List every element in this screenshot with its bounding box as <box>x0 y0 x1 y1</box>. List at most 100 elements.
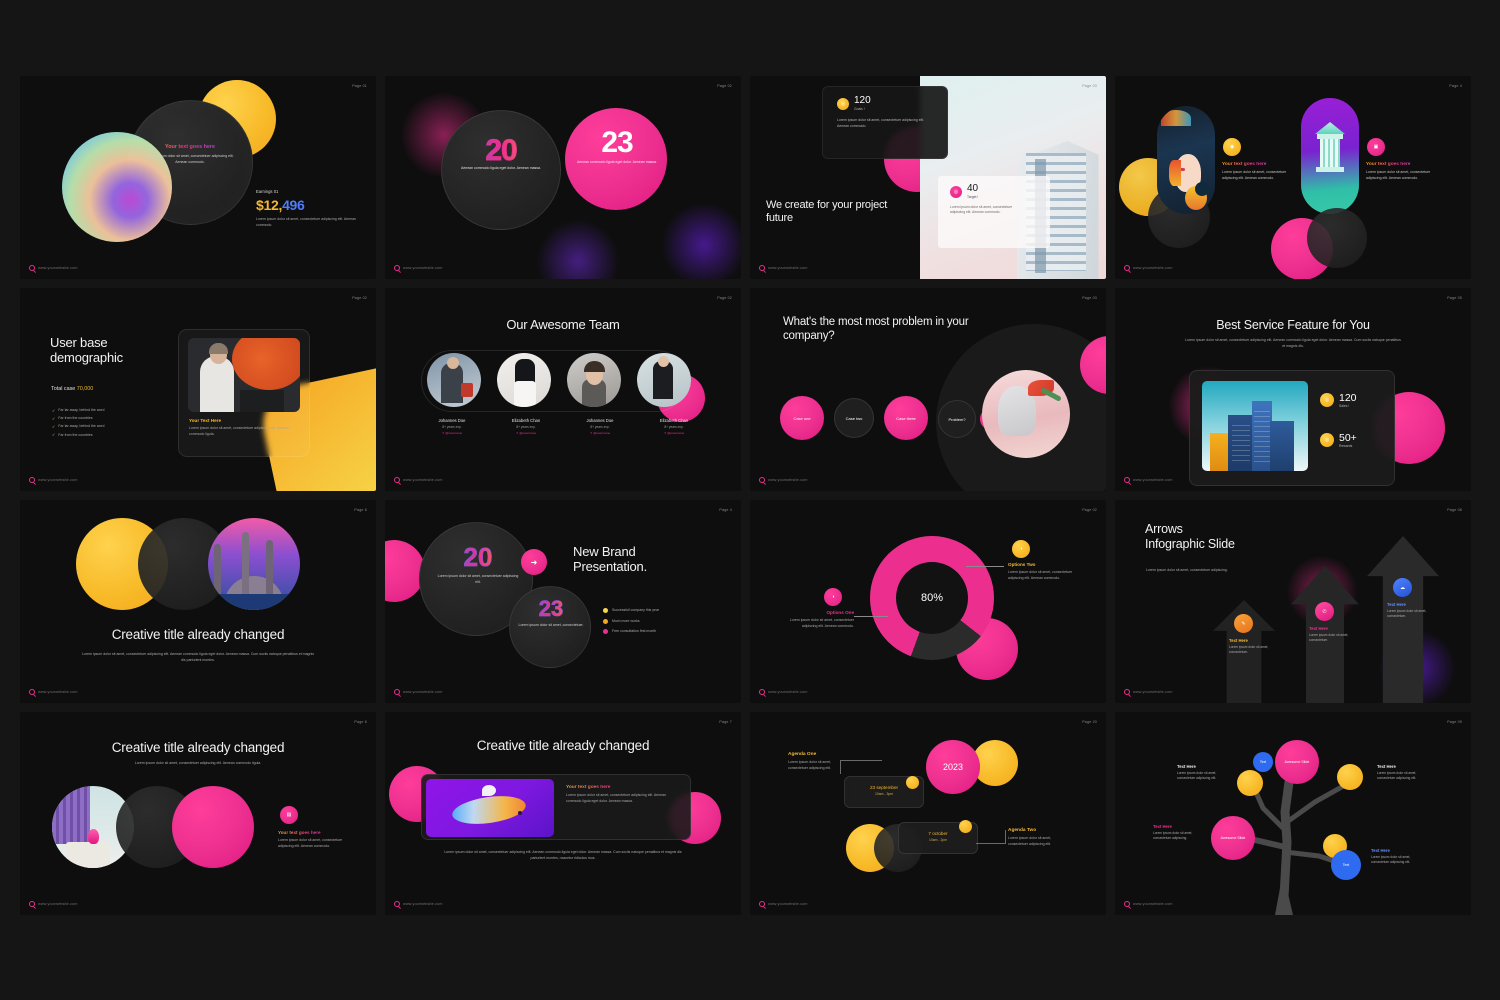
member-role: 8+ years exp. <box>442 424 462 429</box>
member-handle-row: ✦ @username <box>489 431 563 435</box>
slide3-stat2-value: 40 <box>967 183 979 194</box>
slide-thumbnail[interactable]: Our Awesome Team Johannes Doe 8+ years e… <box>385 288 741 491</box>
slide3-stat1-body: Lorem ipsum dolor sit amet, consectetuer… <box>837 118 925 128</box>
slide2-number-right: 23 <box>601 126 633 159</box>
tree-node-dot <box>1237 770 1263 796</box>
avatar <box>567 353 621 407</box>
decor-dark-circle-2 <box>1307 208 1367 268</box>
slide-thumbnail[interactable]: ◉ Your text goes here Lorem ipsum dolor … <box>1115 76 1471 279</box>
page-number: Page 03 <box>1082 84 1097 88</box>
slide-thumbnail[interactable]: 2023 23 september 10am - 3pm Agenda One … <box>750 712 1106 915</box>
slide16-callout2-title: Text Here <box>1377 764 1396 769</box>
slide-thumbnail[interactable]: Your text goes here Lorem ipsum dolor si… <box>20 76 376 279</box>
slide-thumbnail[interactable]: Creative title already changed Lorem ips… <box>20 712 376 915</box>
magnifier-icon <box>394 689 400 695</box>
slide-thumbnail[interactable]: User base demographic Total case 70,000 … <box>20 288 376 491</box>
slide-thumbnail[interactable]: What's the most most problem in your com… <box>750 288 1106 491</box>
team-member: Johannes Doe 8+ years exp. ✦ @username <box>415 418 489 435</box>
magnifier-icon <box>759 265 765 271</box>
donut-center-value: 80% <box>920 592 944 604</box>
arrow-right-icon[interactable]: ➜ <box>521 549 547 575</box>
page-number: Page 09 <box>1447 720 1462 724</box>
slide-thumbnail[interactable]: Best Service Feature for You Lorem ipsum… <box>1115 288 1471 491</box>
slide6-title: Our Awesome Team <box>506 317 620 332</box>
magnifier-icon <box>29 901 35 907</box>
check-icon: ✓ <box>52 407 56 413</box>
check-icon: ✓ <box>52 432 56 438</box>
cloud-icon: ☁ <box>1393 578 1412 597</box>
slide1-body: Lorem ipsum dolor sit amet, consectetuer… <box>146 154 234 164</box>
slide-footer: www.yourwebsite.com <box>759 265 807 271</box>
chart-icon: ◎ <box>1320 393 1334 408</box>
slide-footer: www.yourwebsite.com <box>1124 689 1172 695</box>
slide12-item1-body: Lorem ipsum dolor sit amet, consectetuer… <box>1229 645 1269 655</box>
case-bubble[interactable]: Case one <box>780 396 824 440</box>
slide-thumbnail[interactable]: Arrows Infographic Slide Lorem ipsum dol… <box>1115 500 1471 703</box>
slide10-number-two-body: Lorem ipsum dolor sit amet, consectetuer… <box>518 623 584 627</box>
slide12-item2-body: Lorem ipsum dolor sit amet, consectetuer… <box>1309 633 1349 643</box>
briefcase-icon: ▣ <box>1367 138 1385 156</box>
target-icon: ◎ <box>837 97 849 110</box>
slide16-callout4-body: Lorem ipsum dolor sit amet, consectetuer… <box>1371 855 1411 865</box>
footer-url: www.yourwebsite.com <box>1133 902 1173 906</box>
tree-node: Awesome Slide <box>1211 816 1255 860</box>
slide-thumbnail[interactable]: ➜ 20 Lorem ipsum dolor sit amet, consect… <box>385 500 741 703</box>
slide-footer: www.yourwebsite.com <box>29 477 77 483</box>
slide-footer: www.yourwebsite.com <box>394 689 442 695</box>
case-bubble[interactable]: Case two <box>834 398 874 438</box>
slide12-item3-body: Lorem ipsum dolor sit amet, consectetuer… <box>1387 609 1427 619</box>
product-photo <box>982 370 1070 458</box>
slide16-callout3-title: Text Here <box>1153 824 1172 829</box>
slide12-item1-label: Text Here <box>1229 638 1248 643</box>
slide8-stat2-label: Rewards <box>1339 443 1353 448</box>
slide5-card-body: Lorem ipsum dolor sit amet, consectetuer… <box>189 426 289 436</box>
slide16-callout1-body: Lorem ipsum dolor sit amet, consectetuer… <box>1177 771 1217 781</box>
bullet-dot-icon <box>603 629 608 635</box>
pen-icon: ✎ <box>1234 614 1253 633</box>
phone-screen <box>426 779 554 837</box>
illustration-woman <box>1157 106 1215 214</box>
slide15-time-two: 10am - 2pm <box>928 838 948 842</box>
list-item: Successfull company this year <box>603 608 723 614</box>
slide-thumbnail[interactable]: Creative title already changed Your text… <box>385 712 741 915</box>
page-number: Page 03 <box>1082 296 1097 300</box>
slide-thumbnail[interactable]: 80% ◑ Options Two Lorem ipsum dolor sit … <box>750 500 1106 703</box>
pie-icon: ◑ <box>824 588 842 606</box>
award-icon: ◎ <box>1320 433 1334 448</box>
bullet-text: Far from the countries <box>58 416 93 421</box>
page-number: Page 02 <box>717 84 732 88</box>
stat-card-target: ◎ 40 Target ! Lorem ipsum dolor sit amet… <box>938 176 1050 248</box>
footer-url: www.yourwebsite.com <box>403 690 443 694</box>
magnifier-icon <box>29 265 35 271</box>
member-handle: @username <box>667 431 685 435</box>
member-name: Elizabeth Chan <box>511 418 541 423</box>
bullet-text: Free consultation first month <box>612 629 657 634</box>
avatar <box>497 353 551 407</box>
slide-thumbnail[interactable]: Creative title already changed Lorem ips… <box>20 500 376 703</box>
decor-purple-glow <box>535 218 621 279</box>
leader-line <box>840 760 882 774</box>
case-bubble[interactable]: Case three <box>884 396 928 440</box>
slide-thumbnail[interactable]: ◎ 120 Goals ! Lorem ipsum dolor sit amet… <box>750 76 1106 279</box>
member-name: Johannes Doe <box>438 418 466 423</box>
problem-bubble[interactable]: Problem? <box>938 400 976 438</box>
member-handle: @username <box>519 431 537 435</box>
slide15-time-one: 10am - 3pm <box>874 792 894 796</box>
slide-thumbnail[interactable]: 20 Aenean commodo ligula eget dolor. Aen… <box>385 76 741 279</box>
magnifier-icon <box>394 265 400 271</box>
member-handle: @username <box>445 431 463 435</box>
page-number: Page 01 <box>352 84 367 88</box>
bullet-text: Far far away, behind the word <box>58 424 105 429</box>
slide13-title: Creative title already changed <box>111 740 285 755</box>
tree-node: Text <box>1253 752 1273 772</box>
slide-footer: www.yourwebsite.com <box>1124 901 1172 907</box>
slide5-card-heading: Your Text Here <box>189 418 221 423</box>
slide-thumbnail[interactable]: Text Awesome Slide Awesome Slide Text Te… <box>1115 712 1471 915</box>
member-handle: @username <box>593 431 611 435</box>
slide-footer: www.yourwebsite.com <box>29 901 77 907</box>
slide16-callout1-title: Text Here <box>1177 764 1196 769</box>
decor-pink-circle <box>172 786 254 868</box>
slide16-callout3-body: Lorem ipsum dolor sit amet, consectetuer… <box>1153 831 1193 841</box>
slide-footer: www.yourwebsite.com <box>29 265 77 271</box>
tree-node: Awesome Slide <box>1275 740 1319 784</box>
